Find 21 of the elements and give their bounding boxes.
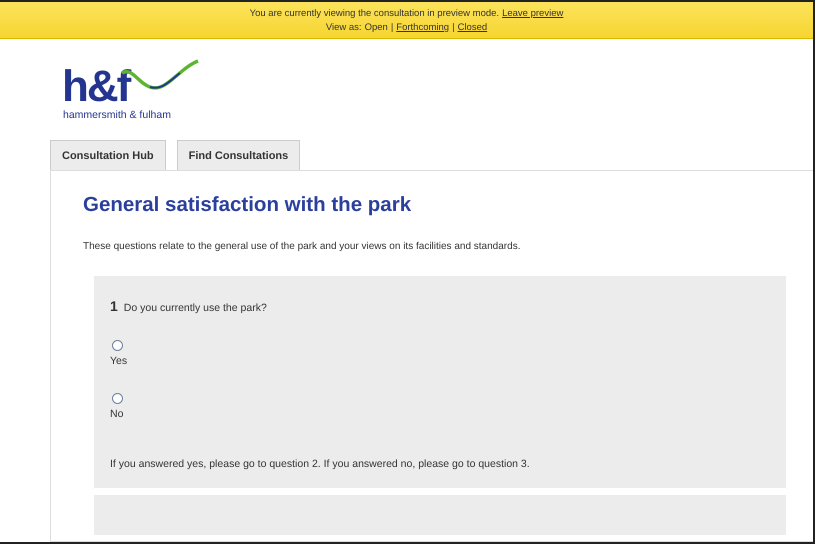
option-label: Yes (110, 355, 128, 367)
view-as-label: View as: (326, 21, 362, 35)
separator: | (390, 21, 394, 35)
question-text: Do you currently use the park? (124, 302, 267, 314)
preview-message: You are currently viewing the consultation in preview mode. (250, 7, 500, 21)
nav-tab[interactable]: Consultation Hub (50, 140, 166, 170)
view-option-current: Open (364, 21, 388, 35)
view-option-link[interactable]: Closed (458, 21, 488, 35)
separator: | (452, 21, 455, 35)
radio-button[interactable] (112, 340, 123, 351)
option-label: No (110, 408, 124, 420)
page-title: General satisfaction with the park (83, 193, 412, 217)
page-intro: These questions relate to the general use of the park and your views on its facilities and standards. (83, 241, 522, 252)
radio-button[interactable] (112, 393, 123, 404)
question-note: If you answered yes, please go to question 2. If you answered no, please go to question 3. (110, 458, 531, 470)
nav-tab[interactable]: Find Consultations (176, 140, 300, 170)
leave-preview-link[interactable]: Leave preview (502, 7, 564, 21)
logo-mark: h&f (62, 65, 130, 109)
question-number: 1 (110, 298, 118, 314)
logo-name: hammersmith & fulham (63, 109, 171, 121)
view-option-link[interactable]: Forthcoming (396, 21, 450, 35)
